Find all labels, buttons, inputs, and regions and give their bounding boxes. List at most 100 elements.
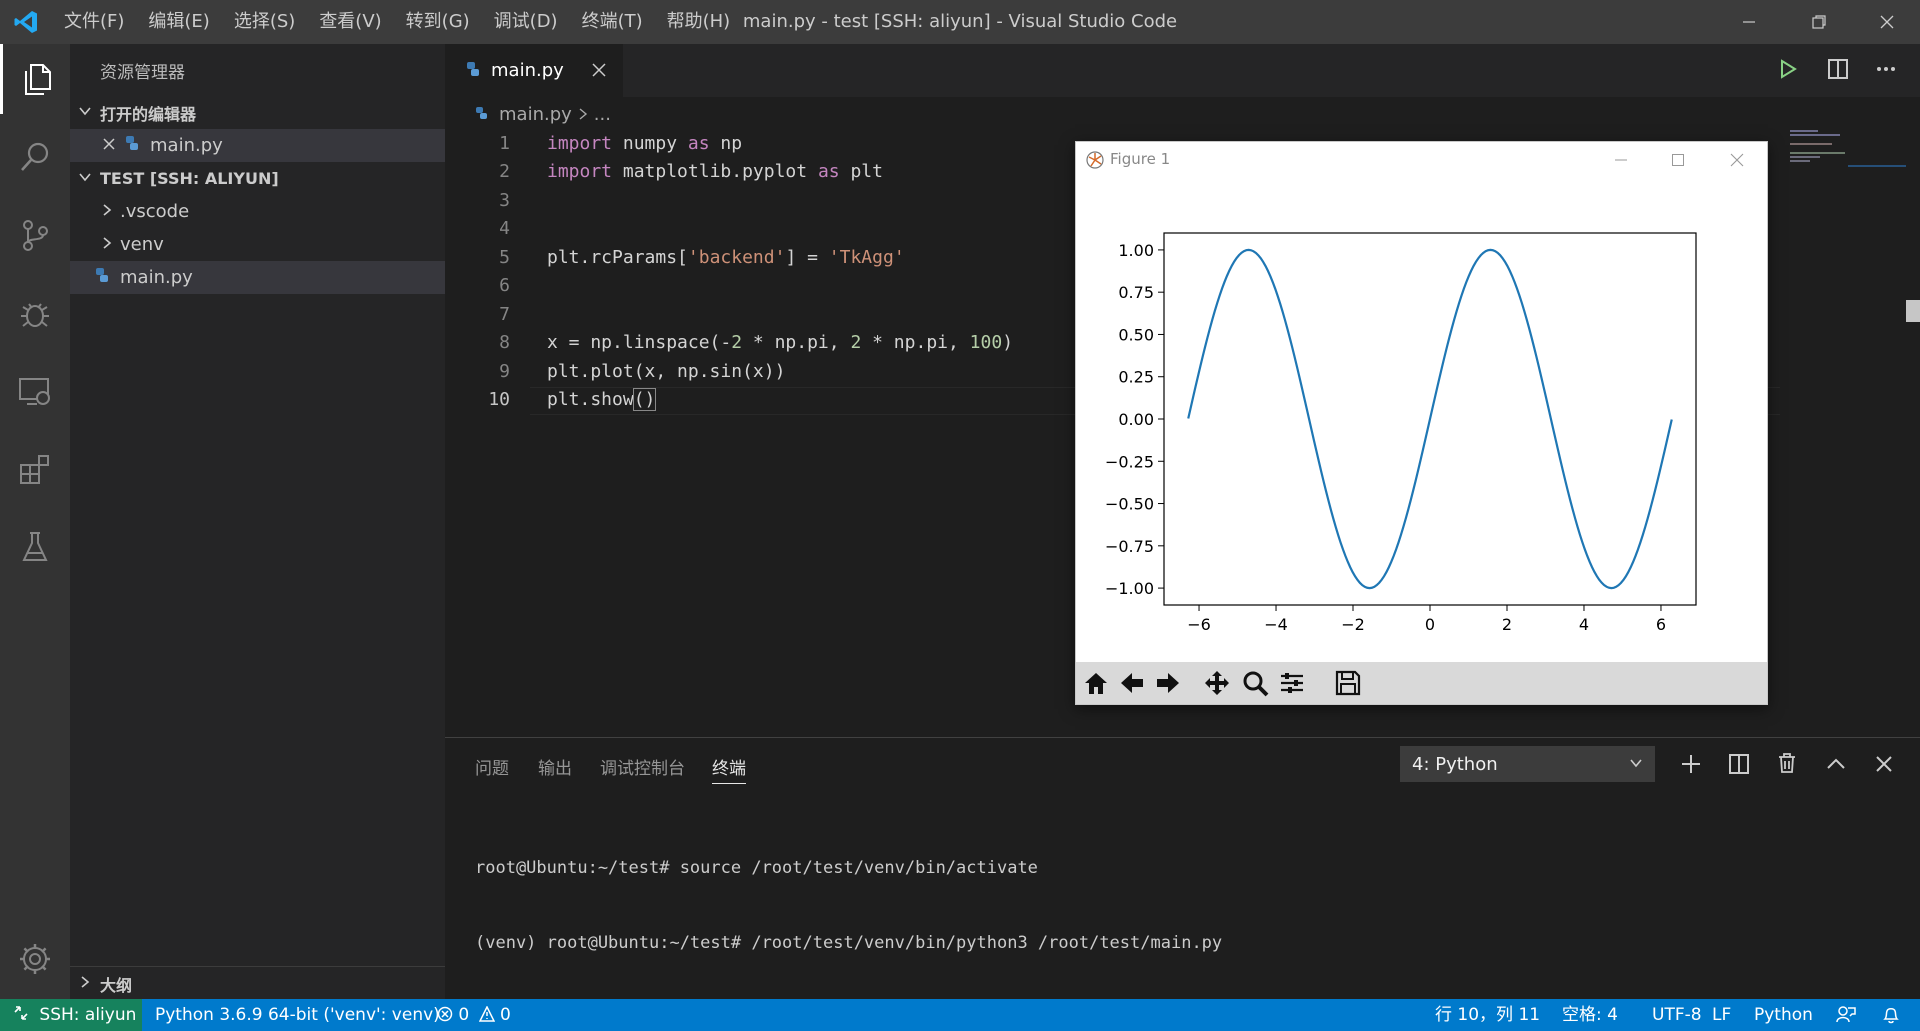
restore-button[interactable] (1790, 0, 1848, 44)
remote-label: SSH: aliyun (39, 1005, 137, 1025)
close-panel-icon[interactable] (1873, 753, 1895, 779)
y-tick-label: −1.00 (1105, 579, 1154, 598)
remote-explorer-icon[interactable] (0, 356, 70, 426)
vscode-logo-icon (0, 0, 52, 44)
line-number: 10 (488, 389, 510, 410)
code-line: plt.show() (547, 388, 657, 411)
tree-item-venv[interactable]: venv (70, 228, 445, 261)
end-of-line[interactable]: LF (1712, 999, 1731, 1031)
trash-icon[interactable] (1776, 752, 1798, 778)
bottom-panel: 问题 输出 调试控制台 终端 4: Python root@Ubuntu:~/t… (445, 737, 1920, 1000)
menu-item[interactable]: 选择(S) (222, 0, 307, 44)
tree-item-main-py[interactable]: main.py (70, 261, 445, 294)
python-interpreter[interactable]: Python 3.6.9 64-bit ('venv': venv) (155, 999, 440, 1031)
pan-icon[interactable] (1201, 667, 1233, 699)
breadcrumb-symbol[interactable]: ... (594, 104, 611, 125)
notifications-bell-icon[interactable] (1882, 999, 1900, 1031)
tab-debug-console[interactable]: 调试控制台 (600, 754, 685, 779)
menu-item[interactable]: 调试(D) (482, 0, 570, 44)
back-arrow-icon[interactable] (1116, 667, 1148, 699)
figure-titlebar: Figure 1 (1076, 142, 1767, 178)
open-editors-section[interactable]: 打开的编辑器 (70, 96, 445, 129)
problems-indicator[interactable]: 0 0 (437, 999, 511, 1031)
figure-maximize-button[interactable] (1671, 152, 1685, 171)
sine-plot[interactable]: −6 −4 −2 0 2 4 6 1.00 0.75 0.50 0.25 0.00 −0.25 −0.50… (1076, 178, 1767, 662)
tab-problems[interactable]: 问题 (475, 754, 509, 779)
line-number: 6 (499, 275, 510, 296)
breadcrumb: main.py ... (445, 97, 1920, 131)
figure-window: Figure 1 −6 −4 −2 0 2 4 6 1.00 0.75 0.50 0.25 0.00−… (1075, 141, 1768, 705)
tab-terminal[interactable]: 终端 (712, 754, 746, 784)
outline-section[interactable]: 大纲 (70, 966, 445, 1000)
line-number: 5 (499, 247, 510, 268)
figure-close-button[interactable] (1730, 152, 1744, 171)
error-icon (437, 1005, 458, 1025)
terminal-select[interactable]: 4: Python (1400, 746, 1655, 782)
close-icon[interactable] (102, 135, 124, 156)
settings-gear-icon[interactable] (0, 924, 70, 994)
split-editor-icon[interactable] (1827, 58, 1849, 84)
zoom-icon[interactable] (1239, 667, 1271, 699)
run-python-icon[interactable] (1777, 58, 1799, 84)
explorer-icon[interactable] (0, 44, 73, 114)
close-tab-icon[interactable] (591, 62, 607, 82)
open-editor-filename: main.py (150, 135, 223, 156)
menu-item[interactable]: 转到(G) (394, 0, 482, 44)
figure-toolbar (1076, 662, 1767, 704)
split-terminal-icon[interactable] (1728, 753, 1750, 779)
configure-subplots-icon[interactable] (1276, 667, 1308, 699)
figure-minimize-button[interactable] (1614, 152, 1628, 171)
x-tick-label: −6 (1187, 615, 1211, 634)
indentation[interactable]: 空格: 4 (1562, 999, 1618, 1031)
chevron-right-icon (70, 973, 100, 994)
menu-item[interactable]: 帮助(H) (655, 0, 743, 44)
scrollbar-slider[interactable] (1906, 300, 1920, 322)
minimize-button[interactable] (1720, 0, 1778, 44)
new-terminal-icon[interactable] (1680, 753, 1702, 779)
menu-bar: 文件(F) 编辑(E) 选择(S) 查看(V) 转到(G) 调试(D) 终端(T) 帮助(H) (52, 0, 742, 44)
debug-icon[interactable] (0, 278, 70, 348)
series-line (1187, 248, 1673, 590)
menu-item[interactable]: 编辑(E) (136, 0, 221, 44)
chevron-down-icon (1629, 755, 1643, 774)
cursor-position[interactable]: 行 10，列 11 (1435, 999, 1540, 1031)
feedback-icon[interactable] (1836, 999, 1856, 1031)
encoding[interactable]: UTF-8 (1652, 999, 1702, 1031)
save-icon[interactable] (1332, 667, 1364, 699)
remote-indicator[interactable]: SSH: aliyun (0, 999, 142, 1031)
tree-item-label: venv (120, 234, 164, 255)
search-icon[interactable] (0, 122, 70, 192)
y-tick-label: 0.75 (1118, 283, 1154, 302)
source-control-icon[interactable] (0, 200, 70, 270)
line-number: 3 (499, 190, 510, 211)
forward-arrow-icon[interactable] (1152, 667, 1184, 699)
tab-main-py[interactable]: main.py (445, 44, 623, 97)
y-tick-label: 0.50 (1118, 325, 1154, 344)
status-bar: SSH: aliyun Python 3.6.9 64-bit ('venv':… (0, 999, 1920, 1031)
tab-output[interactable]: 输出 (538, 754, 572, 779)
home-icon[interactable] (1080, 667, 1112, 699)
x-tick-label: 4 (1579, 615, 1589, 634)
extensions-icon[interactable] (0, 434, 70, 504)
terminal-select-value: 4: Python (1412, 753, 1498, 775)
more-actions-icon[interactable] (1875, 58, 1897, 84)
maximize-panel-icon[interactable] (1825, 753, 1847, 779)
terminal-line: (venv) root@Ubuntu:~/test# /root/test/ve… (475, 933, 1223, 953)
terminal-output[interactable]: root@Ubuntu:~/test# source /root/test/ve… (475, 806, 1222, 1006)
python-file-icon (465, 61, 491, 81)
x-tick-label: −4 (1264, 615, 1288, 634)
testing-flask-icon[interactable] (0, 512, 70, 582)
x-tick-label: 6 (1656, 615, 1666, 634)
breadcrumb-file[interactable]: main.py (499, 104, 572, 125)
tree-item-vscode[interactable]: .vscode (70, 195, 445, 228)
open-editor-item[interactable]: main.py (70, 129, 445, 162)
close-window-button[interactable] (1858, 0, 1916, 44)
chevron-right-icon (578, 104, 588, 125)
menu-item[interactable]: 终端(T) (570, 0, 655, 44)
workspace-section[interactable]: TEST [SSH: ALIYUN] (70, 162, 445, 195)
language-mode[interactable]: Python (1754, 999, 1813, 1031)
minimap[interactable] (1788, 128, 1906, 168)
menu-item[interactable]: 查看(V) (307, 0, 393, 44)
remote-icon (14, 1005, 33, 1025)
menu-item[interactable]: 文件(F) (52, 0, 136, 44)
